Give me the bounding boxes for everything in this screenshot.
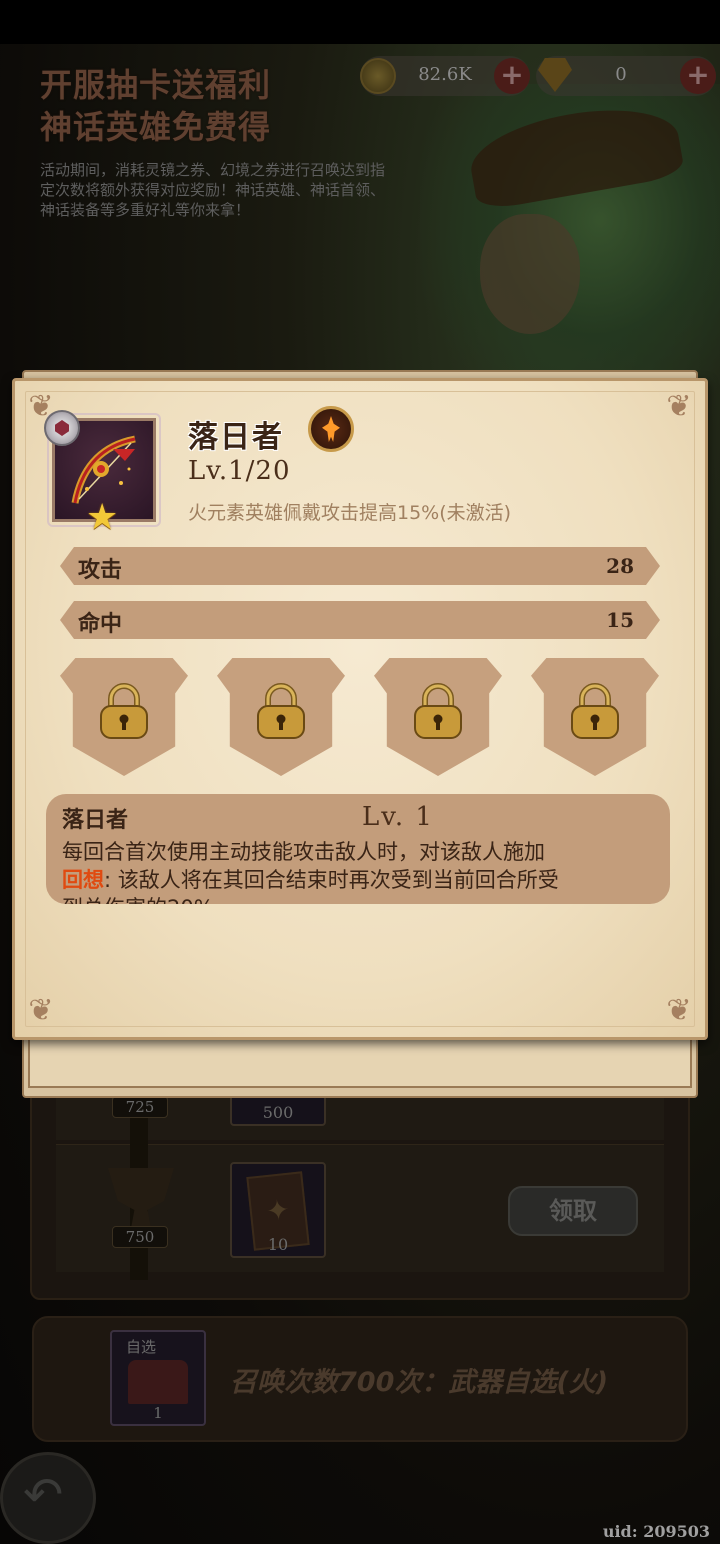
score-marker: 750	[112, 1226, 168, 1248]
add-gem-button[interactable]: +	[680, 58, 716, 94]
stat-label: 命中	[78, 612, 123, 637]
stat-label: 攻击	[78, 558, 123, 583]
skill-level: Lv. 1	[362, 802, 434, 832]
item-name: 落日者	[188, 420, 284, 455]
item-level: Lv.1/20	[188, 456, 291, 486]
skill-name: 落日者	[62, 808, 129, 833]
choice-reward-text: 召唤次数700次：武器自选(火)	[230, 1367, 609, 1398]
reward-item-count: 10	[267, 1235, 289, 1254]
gold-value: 82.6K	[418, 64, 472, 85]
corner-ornament-icon: ❦	[666, 389, 692, 424]
chest-icon	[128, 1360, 188, 1404]
add-gold-button[interactable]: +	[494, 58, 530, 94]
skill-desc-line3: 到总伤害的20%	[62, 896, 214, 904]
choice-count: 1	[153, 1404, 163, 1422]
diamond-icon	[538, 58, 572, 92]
gem-badge-icon	[44, 410, 80, 446]
gold-coin-icon	[360, 58, 396, 94]
skill-desc-line2: : 该敌人将在其回合结束时再次受到当前回合所受	[104, 868, 559, 892]
back-button[interactable]	[0, 1452, 96, 1544]
stat-value: 28	[606, 554, 634, 578]
skill-description: 每回合首次使用主动技能攻击敌人时，对该敌人施加 回想: 该敌人将在其回合结束时再…	[62, 838, 662, 904]
lock-icon	[414, 683, 462, 739]
claim-button[interactable]: 领取	[508, 1186, 638, 1236]
popup-stack-shadow	[28, 1038, 692, 1088]
gem-value: 0	[615, 64, 627, 85]
banner-description: 活动期间，消耗灵镜之券、幻境之券进行召唤达到指定次数将额外获得对应奖励！神话英雄…	[40, 161, 386, 219]
banner-title: 开服抽卡送福利 神话英雄免费得	[40, 64, 271, 148]
corner-ornament-icon: ❦	[666, 993, 692, 1028]
banner-title-line1: 开服抽卡送福利	[40, 66, 272, 104]
banner-title-line2: 神话英雄免费得	[40, 108, 272, 146]
gold-resource: 82.6K +	[360, 56, 530, 96]
fire-element-icon	[308, 406, 354, 452]
stat-value: 15	[606, 608, 634, 632]
skill-desc-line1: 每回合首次使用主动技能攻击敌人时，对该敌人施加	[62, 840, 545, 864]
score-marker: 725	[112, 1096, 168, 1118]
item-set-effect: 火元素英雄佩戴攻击提高15%(未激活)	[188, 502, 512, 524]
skill-description-box[interactable]: 落日者 Lv. 1 每回合首次使用主动技能攻击敌人时，对该敌人施加 回想: 该敌…	[46, 794, 670, 904]
star-icon: ★	[86, 497, 119, 538]
choice-reward-item[interactable]: 自选 1	[110, 1330, 206, 1426]
lock-icon	[100, 683, 148, 739]
skill-keyword-highlight[interactable]: 回想	[62, 868, 104, 892]
hero-face	[480, 214, 580, 334]
reward-item[interactable]: 10	[230, 1162, 326, 1258]
lock-icon	[571, 683, 619, 739]
corner-ornament-icon: ❦	[28, 993, 54, 1028]
uid-label: uid: 209503	[602, 1522, 710, 1541]
resource-bar: 82.6K + 0 +	[360, 52, 716, 98]
reward-item-count: 500	[262, 1103, 294, 1122]
lock-icon	[257, 683, 305, 739]
stat-row-accuracy: 命中 15	[60, 601, 660, 639]
gem-resource: 0 +	[536, 56, 716, 96]
choice-tag: 自选	[126, 1338, 157, 1356]
stat-row-attack: 攻击 28	[60, 547, 660, 585]
